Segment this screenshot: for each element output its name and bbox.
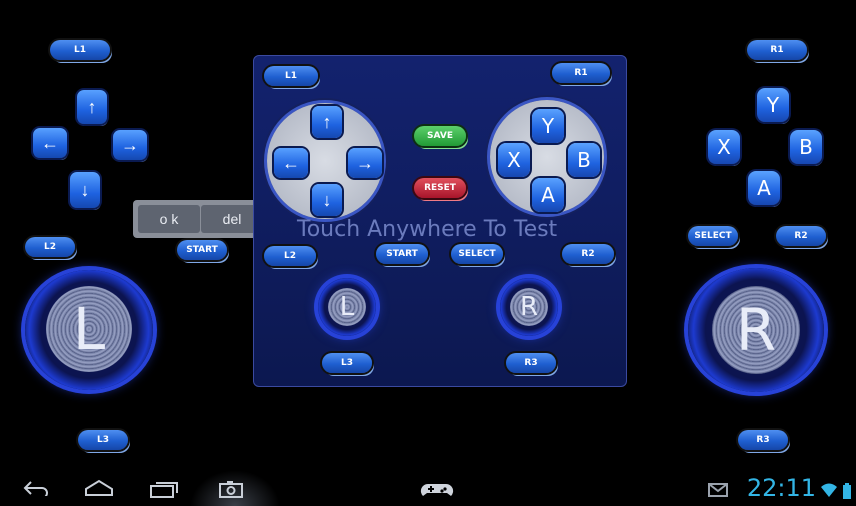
ok-del-dialog: o k del <box>133 200 267 238</box>
dpad-down-button[interactable]: ↓ <box>70 172 100 208</box>
l2-button[interactable]: L2 <box>25 237 75 257</box>
panel-l2-button[interactable]: L2 <box>264 246 316 266</box>
panel-x-button[interactable]: X <box>498 143 530 177</box>
gmail-notification-icon <box>708 482 728 503</box>
wifi-icon <box>820 482 838 503</box>
panel-a-button[interactable]: A <box>532 178 564 212</box>
gamepad-icon <box>420 480 454 505</box>
b-button[interactable]: B <box>790 130 822 164</box>
arrow-right-icon: → <box>356 152 374 173</box>
y-button[interactable]: Y <box>757 88 789 122</box>
recent-apps-icon[interactable] <box>148 480 180 503</box>
arrow-left-icon: ← <box>41 132 59 153</box>
clock: 22:11 <box>746 474 816 502</box>
save-button[interactable]: SAVE <box>414 126 466 146</box>
touch-hint: Touch Anywhere To Test <box>297 217 558 242</box>
panel-dpad-down-button[interactable]: ↓ <box>312 184 342 216</box>
arrow-down-icon: ↓ <box>322 189 332 210</box>
test-panel[interactable]: L1 R1 ↑ ← → ↓ SAVE RESET Y X B A Touch A… <box>253 55 627 387</box>
r1-button[interactable]: R1 <box>747 40 807 60</box>
panel-l1-button[interactable]: L1 <box>264 66 318 86</box>
panel-dpad-right-button[interactable]: → <box>348 148 382 178</box>
panel-right-stick-base[interactable]: R <box>500 278 558 336</box>
panel-select-button[interactable]: SELECT <box>451 244 503 264</box>
l3-button[interactable]: L3 <box>78 430 128 450</box>
dpad-right-button[interactable]: → <box>113 130 147 160</box>
right-stick-base[interactable]: R <box>688 268 824 392</box>
panel-r3-button[interactable]: R3 <box>506 353 556 373</box>
x-button[interactable]: X <box>708 130 740 164</box>
r3-button[interactable]: R3 <box>738 430 788 450</box>
panel-dpad-up-button[interactable]: ↑ <box>312 106 342 138</box>
panel-l3-button[interactable]: L3 <box>322 353 372 373</box>
battery-icon <box>842 482 852 505</box>
panel-b-button[interactable]: B <box>568 143 600 177</box>
arrow-up-icon: ↑ <box>322 111 332 132</box>
panel-left-stick[interactable]: L <box>328 288 366 326</box>
left-stick-base[interactable]: L <box>25 270 153 390</box>
home-icon[interactable] <box>83 479 115 502</box>
arrow-right-icon: → <box>121 134 139 155</box>
panel-y-button[interactable]: Y <box>532 109 564 143</box>
right-stick[interactable]: R <box>712 286 800 374</box>
start-button[interactable]: START <box>177 240 227 260</box>
a-button[interactable]: A <box>748 171 780 205</box>
l1-button[interactable]: L1 <box>50 40 110 60</box>
screen: L1 ↑ ← → ↓ L2 START L L3 o k del L1 R1 ↑… <box>0 0 856 506</box>
screenshot-icon[interactable] <box>218 480 244 503</box>
back-icon[interactable] <box>22 480 50 501</box>
dpad-up-button[interactable]: ↑ <box>77 90 107 124</box>
panel-r1-button[interactable]: R1 <box>552 63 610 83</box>
arrow-left-icon: ← <box>282 152 300 173</box>
ok-button[interactable]: o k <box>138 205 200 233</box>
r2-button[interactable]: R2 <box>776 226 826 246</box>
panel-start-button[interactable]: START <box>376 244 428 264</box>
panel-r2-button[interactable]: R2 <box>562 244 614 264</box>
panel-dpad-left-button[interactable]: ← <box>274 148 308 178</box>
dpad-left-button[interactable]: ← <box>33 128 67 158</box>
select-button[interactable]: SELECT <box>688 226 738 246</box>
arrow-up-icon: ↑ <box>87 96 97 117</box>
arrow-down-icon: ↓ <box>80 179 90 200</box>
reset-button[interactable]: RESET <box>414 178 466 198</box>
panel-left-stick-base[interactable]: L <box>318 278 376 336</box>
panel-right-stick[interactable]: R <box>510 288 548 326</box>
left-stick[interactable]: L <box>46 286 132 372</box>
